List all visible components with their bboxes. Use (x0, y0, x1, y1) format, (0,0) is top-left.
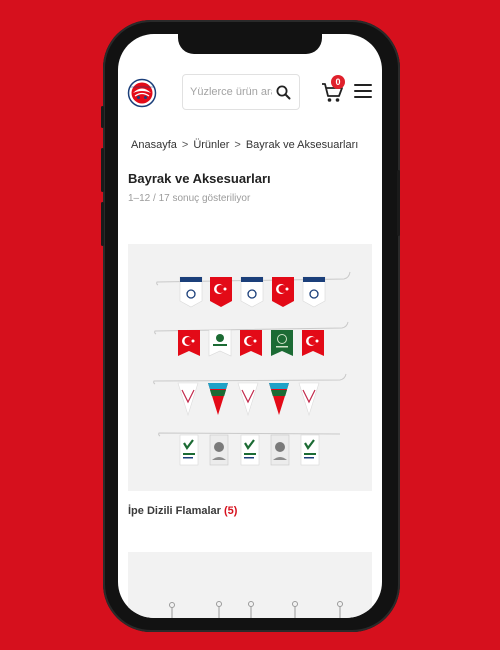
search-input[interactable] (190, 86, 272, 98)
product-title[interactable]: İpe Dizili Flamalar (5) (128, 505, 237, 517)
power-button (397, 170, 400, 236)
hamburger-menu-icon[interactable] (354, 84, 372, 98)
breadcrumb-current: Bayrak ve Aksesuarları (245, 139, 359, 151)
pennant-row-4 (179, 434, 320, 466)
breadcrumb: Anasayfa > Ürünler > Bayrak ve Aksesuarları (131, 139, 358, 151)
breadcrumb-products[interactable]: Ürünler (193, 139, 229, 151)
volume-down-button (101, 202, 104, 246)
result-count: 1–12 / 17 sonuç gösteriliyor (128, 193, 251, 204)
pennant-row-2 (178, 329, 324, 357)
search-box (182, 74, 300, 110)
hanging-hooks (169, 601, 343, 618)
product-name: İpe Dizili Flamalar (128, 505, 221, 517)
pennant-row-3 (177, 382, 320, 417)
search-icon[interactable] (276, 85, 291, 100)
phone-screen: 0 Anasayfa > Ürünler > Bayrak ve Aksesuarlar… (118, 34, 382, 618)
phone-frame: 0 Anasayfa > Ürünler > Bayrak ve Aksesuarlar… (101, 20, 400, 632)
page-title: Bayrak ve Aksesuarları (128, 171, 271, 186)
notch (178, 34, 322, 54)
pennant-row-1 (179, 276, 326, 308)
product-image[interactable] (128, 244, 372, 491)
product-image[interactable] (128, 552, 372, 618)
cart-count-badge: 0 (331, 75, 345, 89)
mute-switch (101, 106, 104, 128)
product-count: (5) (223, 505, 238, 517)
breadcrumb-home[interactable]: Anasayfa (131, 139, 177, 151)
breadcrumb-separator: > (234, 139, 241, 151)
brand-logo[interactable] (126, 78, 158, 108)
site-header: 0 (118, 74, 382, 110)
breadcrumb-separator: > (181, 139, 189, 151)
volume-up-button (101, 148, 104, 192)
